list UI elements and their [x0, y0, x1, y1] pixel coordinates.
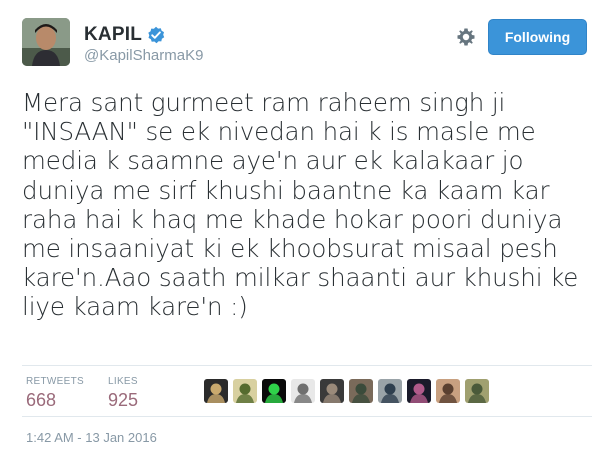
liker-avatar-7[interactable]: [378, 379, 402, 403]
retweets-stat[interactable]: RETWEETS 668: [26, 376, 84, 411]
liker-avatar-8[interactable]: [407, 379, 431, 403]
name-row: KAPIL: [84, 24, 165, 46]
divider: [22, 365, 592, 366]
verified-badge-icon: [147, 26, 165, 44]
liker-avatar-6[interactable]: [349, 379, 373, 403]
liker-avatar-5[interactable]: [320, 379, 344, 403]
avatar[interactable]: [22, 18, 70, 66]
tweet-text-line: "INSAAN" se ek nivedan hai k is masle me: [22, 117, 536, 147]
tweet-text-line: media k saamne aye'n aur ek kalakaar jo: [22, 146, 524, 176]
user-handle[interactable]: @KapilSharmaK9: [84, 47, 203, 64]
tweet-text-line: Mera sant gurmeet ram raheem singh ji: [22, 88, 506, 117]
retweets-count[interactable]: 668: [26, 390, 84, 411]
tweet-text-line: kare'n.Aao saath milkar shaanti aur khus…: [22, 263, 579, 293]
liker-avatar-10[interactable]: [465, 379, 489, 403]
display-name[interactable]: KAPIL: [84, 24, 142, 46]
liker-avatars: [204, 379, 489, 403]
divider: [22, 416, 592, 417]
liker-avatar-3[interactable]: [262, 379, 286, 403]
likes-stat[interactable]: LIKES 925: [108, 376, 138, 411]
liker-avatar-4[interactable]: [291, 379, 315, 403]
tweet-text-line: raha hai k haq me khade hokar poori duni…: [22, 204, 563, 234]
liker-avatar-9[interactable]: [436, 379, 460, 403]
gear-icon[interactable]: [456, 27, 476, 47]
liker-avatar-1[interactable]: [204, 379, 228, 403]
tweet-text: Mera sant gurmeet ram raheem singh ji "I…: [22, 88, 597, 322]
avatar-photo: [22, 18, 70, 66]
tweet-card: KAPIL @KapilSharmaK9 Following Mera sant…: [0, 0, 615, 453]
tweet-text-line: me insaaniyat ki ek khoobsurat misaal pe…: [22, 234, 558, 264]
likes-count[interactable]: 925: [108, 390, 138, 411]
likes-label: LIKES: [108, 376, 138, 387]
timestamp[interactable]: 1:42 AM - 13 Jan 2016: [26, 430, 157, 445]
liker-avatar-2[interactable]: [233, 379, 257, 403]
tweet-text-line: liye kaam kare'n :): [22, 292, 248, 322]
retweets-label: RETWEETS: [26, 376, 84, 387]
tweet-text-line: duniya me sirf khushi baantne ka kaam ka…: [22, 175, 550, 205]
following-button[interactable]: Following: [488, 19, 587, 55]
